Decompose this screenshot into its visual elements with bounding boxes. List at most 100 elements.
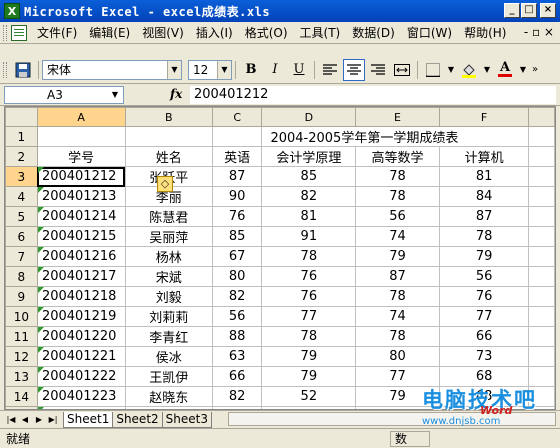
next-sheet-icon[interactable]: ▶ (32, 413, 46, 427)
fill-color-icon[interactable] (458, 59, 480, 81)
chevron-down-icon[interactable]: ▼ (217, 60, 231, 79)
menu-data[interactable]: 数据(D) (346, 24, 401, 41)
column-label-math[interactable]: 高等数学 (355, 146, 440, 167)
score-cell[interactable]: 74 (355, 306, 440, 327)
cell[interactable] (528, 186, 555, 207)
score-cell[interactable]: 76 (261, 266, 357, 287)
student-name-cell[interactable]: 刘莉莉 (124, 306, 213, 327)
chevron-down-icon[interactable]: ▼ (446, 59, 456, 81)
column-header-c[interactable]: C (211, 107, 263, 127)
menu-format[interactable]: 格式(O) (239, 24, 294, 41)
score-cell[interactable]: 63 (211, 346, 263, 367)
save-icon[interactable] (12, 59, 34, 81)
merge-center-icon[interactable] (391, 59, 413, 81)
column-label-computer[interactable]: 计算机 (438, 146, 530, 167)
chevron-down-icon[interactable]: ▼ (518, 59, 528, 81)
column-label-accounting[interactable]: 会计学原理 (261, 146, 357, 167)
italic-button[interactable]: I (264, 59, 286, 81)
score-cell[interactable]: 78 (355, 286, 440, 307)
row-header[interactable]: 6 (5, 226, 38, 247)
student-name-cell[interactable]: 吴丽萍 (124, 226, 213, 247)
student-name-cell[interactable]: 李青红 (124, 326, 213, 347)
minimize-icon[interactable]: _ (504, 3, 520, 18)
score-cell[interactable]: 78 (355, 166, 440, 187)
borders-icon[interactable] (422, 59, 444, 81)
score-cell[interactable]: 52 (261, 386, 357, 407)
column-label-student-id[interactable]: 学号 (36, 146, 126, 167)
score-cell[interactable]: 56 (438, 266, 530, 287)
font-color-button[interactable]: A (494, 59, 516, 81)
score-cell[interactable]: 90 (211, 186, 263, 207)
score-cell[interactable]: 66 (438, 326, 530, 347)
row-header[interactable]: 4 (5, 186, 38, 207)
cell[interactable] (528, 326, 555, 347)
score-cell[interactable]: 68 (438, 366, 530, 387)
name-box[interactable]: A3 (4, 86, 124, 104)
cell[interactable] (528, 306, 555, 327)
row-header[interactable]: 10 (5, 306, 38, 327)
tab-sheet1[interactable]: Sheet1 (63, 411, 114, 428)
column-label-english[interactable]: 英语 (211, 146, 263, 167)
student-id-cell[interactable]: 200401217 (36, 266, 126, 287)
row-header[interactable]: 1 (5, 126, 38, 147)
student-id-cell[interactable]: 200401213 (36, 186, 126, 207)
column-header-d[interactable]: D (261, 107, 357, 127)
last-sheet-icon[interactable]: ▶| (46, 413, 60, 427)
align-left-icon[interactable] (319, 59, 341, 81)
sheet-title[interactable]: 2004-2005学年第一学期成绩表 (261, 126, 530, 147)
row-header[interactable]: 13 (5, 366, 38, 387)
cell[interactable] (528, 246, 555, 267)
menu-grip[interactable] (3, 24, 7, 41)
student-name-cell[interactable]: 杨林 (124, 246, 213, 267)
score-cell[interactable]: 76 (211, 206, 263, 227)
menu-insert[interactable]: 插入(I) (190, 24, 239, 41)
score-cell[interactable]: 79 (261, 366, 357, 387)
column-header-f[interactable]: F (438, 107, 530, 127)
student-id-cell[interactable]: 200401222 (36, 366, 126, 387)
formula-input[interactable]: 200401212 (190, 86, 556, 104)
document-window-controls[interactable]: - ▫ × (524, 25, 554, 39)
score-cell[interactable]: 82 (211, 286, 263, 307)
student-name-cell[interactable]: 侯冰 (124, 346, 213, 367)
cell[interactable] (528, 166, 555, 187)
horizontal-scrollbar[interactable] (228, 412, 556, 426)
cell[interactable] (528, 226, 555, 247)
score-cell[interactable]: 76 (261, 286, 357, 307)
first-sheet-icon[interactable]: |◀ (4, 413, 18, 427)
row-header[interactable]: 11 (5, 326, 38, 347)
prev-sheet-icon[interactable]: ◀ (18, 413, 32, 427)
maximize-icon[interactable]: □ (521, 3, 537, 18)
student-id-cell[interactable]: 200401215 (36, 226, 126, 247)
row-header[interactable]: 5 (5, 206, 38, 227)
score-cell[interactable]: 87 (211, 166, 263, 187)
score-cell[interactable]: 85 (211, 226, 263, 247)
workbook-icon[interactable] (11, 24, 27, 41)
score-cell[interactable]: 87 (438, 206, 530, 227)
score-cell[interactable]: 79 (355, 386, 440, 407)
score-cell[interactable]: 79 (261, 346, 357, 367)
student-id-cell[interactable]: 200401216 (36, 246, 126, 267)
font-name-select[interactable]: 宋体 ▼ (42, 59, 182, 80)
score-cell[interactable]: 80 (355, 346, 440, 367)
row-header[interactable]: 7 (5, 246, 38, 267)
score-cell[interactable]: 80 (211, 266, 263, 287)
column-header-a[interactable]: A (36, 107, 126, 127)
row-header[interactable]: 3 (5, 166, 38, 187)
student-id-cell[interactable]: 200401221 (36, 346, 126, 367)
score-cell[interactable]: 88 (211, 326, 263, 347)
chevron-down-icon[interactable]: ▼ (167, 60, 181, 79)
select-all-corner[interactable] (5, 107, 38, 127)
score-cell[interactable]: 79 (355, 246, 440, 267)
cell[interactable] (528, 266, 555, 287)
cell[interactable] (528, 346, 555, 367)
score-cell[interactable]: 85 (261, 166, 357, 187)
score-cell[interactable]: 68 (438, 386, 530, 407)
chevron-down-icon[interactable]: ▼ (482, 59, 492, 81)
score-cell[interactable]: 56 (355, 206, 440, 227)
cell[interactable] (528, 386, 555, 407)
toolbar-grip[interactable] (3, 61, 7, 78)
score-cell[interactable]: 82 (211, 386, 263, 407)
row-header[interactable]: 12 (5, 346, 38, 367)
score-cell[interactable]: 91 (261, 226, 357, 247)
score-cell[interactable]: 73 (438, 346, 530, 367)
